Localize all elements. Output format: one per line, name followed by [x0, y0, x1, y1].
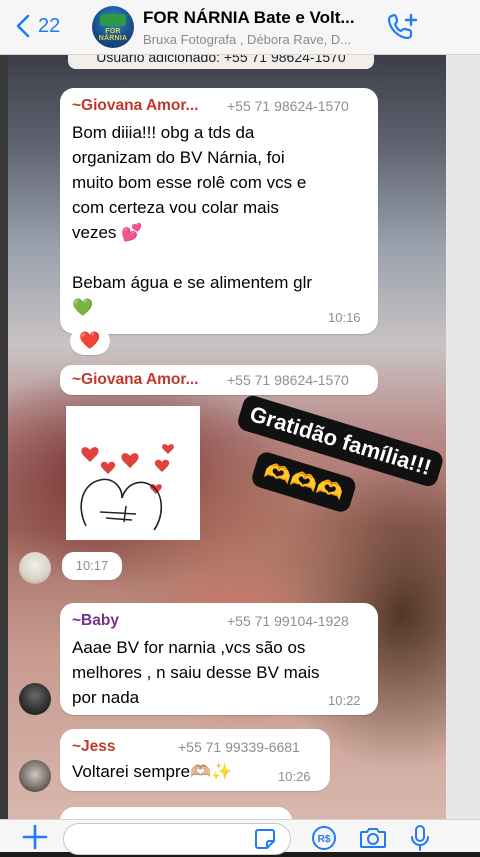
add-call-icon [386, 13, 418, 46]
reaction-badge[interactable]: ❤️ [70, 327, 110, 355]
message-line: com certeza vou colar mais [72, 198, 279, 217]
svg-text:R$: R$ [318, 834, 331, 845]
message-input-bar: R$ [0, 819, 480, 855]
sender-avatar[interactable] [19, 552, 51, 584]
plus-icon [22, 824, 48, 854]
message-time: 10:22 [328, 693, 361, 708]
group-avatar[interactable]: FOR NÁRNIA [92, 6, 134, 48]
camera-icon [359, 828, 387, 854]
wallpaper-edge [0, 55, 8, 819]
microphone-button[interactable] [410, 824, 430, 857]
group-logo-text: FOR NÁRNIA [98, 28, 128, 42]
sender-phone: +55 71 99104-1928 [227, 613, 349, 629]
chat-subtitle[interactable]: Bruxa Fotografa , Débora Rave, D... [143, 32, 383, 47]
message-text: Bom diiia!!! obg a tds da organizam do B… [72, 120, 312, 320]
sticker-icon [253, 829, 277, 855]
sticker-image[interactable] [66, 406, 200, 540]
message-sender[interactable]: ~Jess [72, 738, 116, 756]
message-bubble[interactable]: ~Giovana Amor... +55 71 98624-1570 [60, 365, 378, 395]
chevron-left-icon [16, 14, 30, 38]
message-bubble[interactable]: ~Jess +55 71 99339-6681 Voltarei sempre🫶… [60, 729, 330, 791]
sender-avatar[interactable] [19, 683, 51, 715]
message-line: por nada [72, 688, 140, 707]
logo-shape [100, 14, 126, 26]
chat-area[interactable]: Usuário adicionado: +55 71 98624-1570 ~G… [0, 55, 480, 819]
message-line: melhores , n saiu desse BV mais [72, 663, 320, 682]
message-bubble[interactable]: ~Baby +55 71 99104-1928 Aaae BV for narn… [60, 603, 378, 715]
attach-button[interactable] [22, 824, 48, 855]
message-line: vezes 💕 [72, 223, 143, 242]
story-overlay: Gratidão família!!! 🫶🫶🫶 [205, 384, 475, 596]
unread-count: 22 [38, 14, 61, 37]
add-call-button[interactable] [386, 12, 418, 47]
system-message: Usuário adicionado: +55 71 98624-1570 [68, 55, 374, 69]
message-line: Bebam água e se alimentem glr [72, 273, 313, 292]
back-button[interactable]: 22 [16, 14, 60, 38]
message-text: Voltarei sempre🫶🏼✨ [72, 762, 233, 781]
message-time: 10:26 [278, 769, 311, 784]
microphone-icon [410, 825, 430, 856]
sender-avatar[interactable] [19, 760, 51, 792]
chat-header: 22 FOR NÁRNIA FOR NÁRNIA Bate e Volt... … [0, 0, 480, 55]
message-line: 💚 [72, 298, 94, 317]
message-time: 10:17 [62, 552, 122, 580]
hearts-hug-sticker-icon [80, 444, 174, 531]
payment-icon: R$ [311, 826, 337, 855]
message-sender[interactable]: ~Giovana Amor... [72, 371, 198, 389]
message-sender[interactable]: ~Baby [72, 612, 119, 630]
message-text: Aaae BV for narnia ,vcs são os melhores … [72, 635, 320, 710]
payment-button[interactable]: R$ [311, 825, 337, 856]
message-bubble[interactable] [60, 807, 292, 819]
wallpaper-edge [446, 55, 480, 819]
sticker-button[interactable] [253, 827, 277, 856]
message-line: Aaae BV for narnia ,vcs são os [72, 638, 306, 657]
message-sender[interactable]: ~Giovana Amor... [72, 97, 198, 115]
message-line: muito bom esse rolê com vcs e [72, 173, 307, 192]
message-line: organizam do BV Nárnia, foi [72, 148, 285, 167]
chat-title[interactable]: FOR NÁRNIA Bate e Volt... [143, 8, 383, 28]
sender-phone: +55 71 98624-1570 [227, 98, 349, 114]
message-bubble[interactable]: ~Giovana Amor... +55 71 98624-1570 Bom d… [60, 88, 378, 334]
sender-phone: +55 71 98624-1570 [227, 372, 349, 388]
message-time: 10:16 [328, 310, 361, 325]
sender-phone: +55 71 99339-6681 [178, 739, 300, 755]
message-line: Bom diiia!!! obg a tds da [72, 123, 255, 142]
